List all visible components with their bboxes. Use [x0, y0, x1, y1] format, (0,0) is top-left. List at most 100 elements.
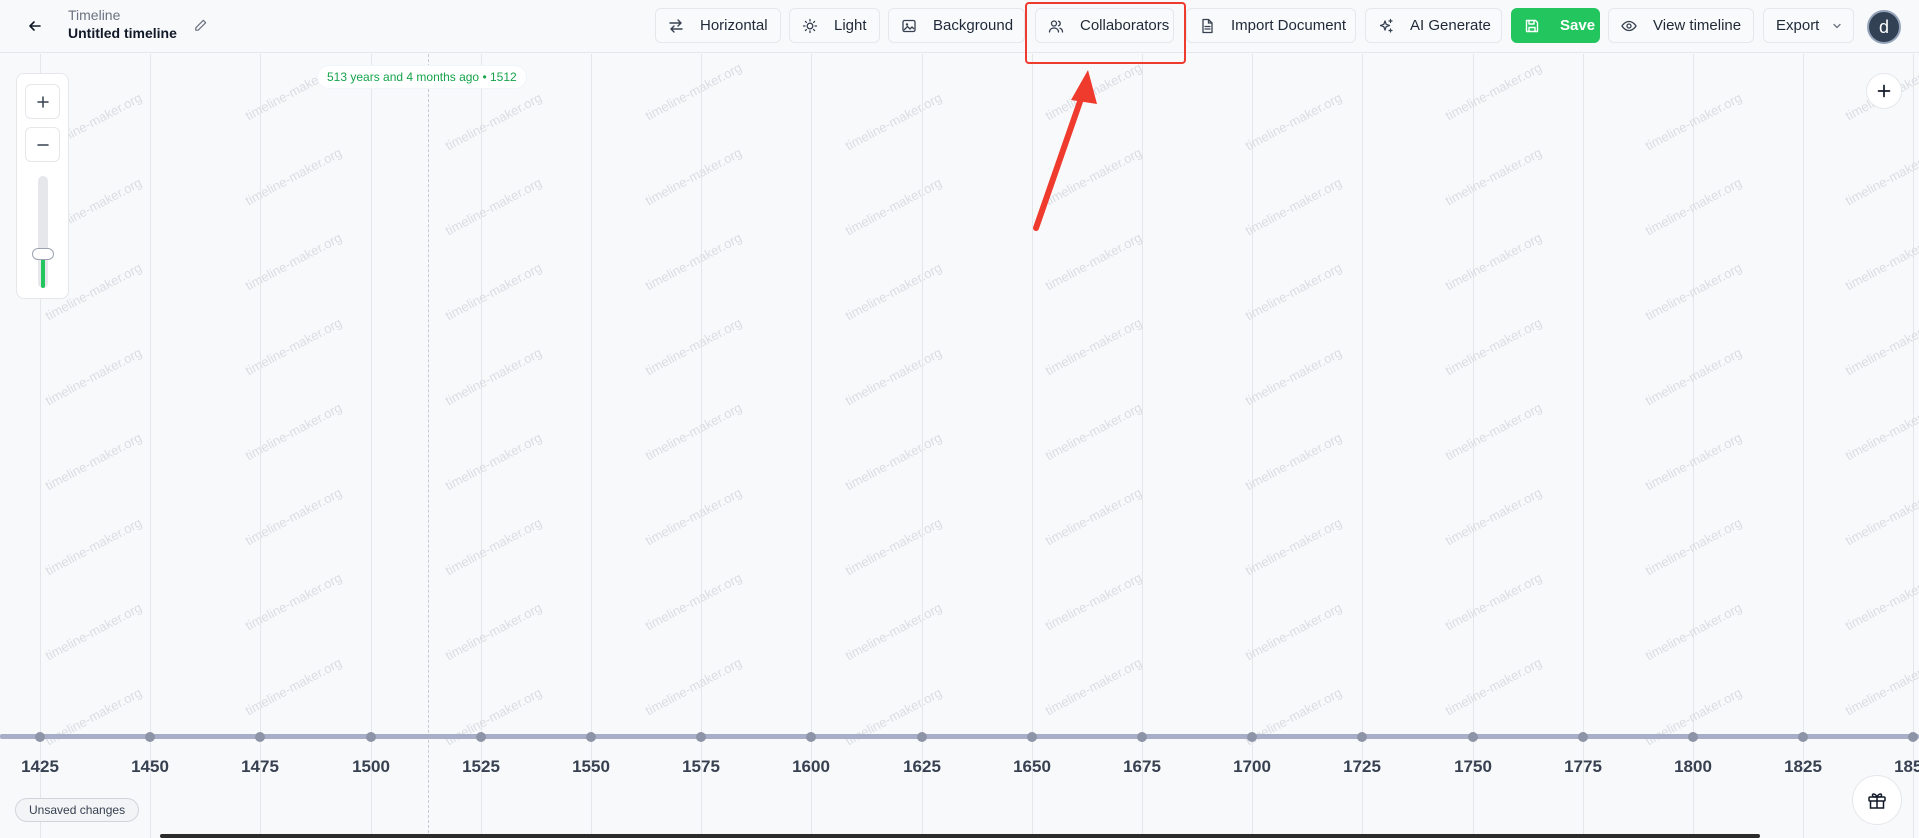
swap-arrows-icon — [669, 18, 683, 33]
orientation-button[interactable]: Horizontal — [655, 8, 781, 43]
back-button[interactable] — [22, 14, 48, 38]
watermark-text: timeline-maker.org — [1242, 344, 1345, 409]
watermark-text: timeline-maker.org — [1842, 144, 1919, 209]
axis-tick-dot[interactable] — [586, 732, 596, 742]
watermark-text: timeline-maker.org — [642, 144, 745, 209]
watermark-text: timeline-maker.org — [1442, 314, 1545, 379]
gift-button[interactable] — [1852, 775, 1902, 825]
timeline-name[interactable]: Untitled timeline — [68, 24, 177, 43]
watermark-text: timeline-maker.org — [1442, 654, 1545, 719]
watermark-text: timeline-maker.org — [442, 429, 545, 494]
axis-tick-dot[interactable] — [1798, 732, 1808, 742]
watermark-text: timeline-maker.org — [42, 514, 145, 579]
watermark-text: timeline-maker.org — [842, 174, 945, 239]
grid-line — [1032, 54, 1033, 838]
watermark-text: timeline-maker.org — [1042, 569, 1145, 634]
theme-button[interactable]: Light — [789, 8, 880, 43]
axis-year-label: 1525 — [462, 757, 500, 776]
zoom-in-button[interactable] — [25, 84, 60, 119]
axis-tick-dot[interactable] — [1137, 732, 1147, 742]
axis-year-label: 1725 — [1343, 757, 1381, 776]
grid-line — [1803, 54, 1804, 838]
axis-tick-dot[interactable] — [1027, 732, 1037, 742]
view-timeline-button[interactable]: View timeline — [1608, 8, 1754, 43]
axis-tick-dot[interactable] — [696, 732, 706, 742]
edit-title-button[interactable] — [190, 15, 210, 35]
watermark-text: timeline-maker.org — [1042, 484, 1145, 549]
watermark-text: timeline-maker.org — [1842, 229, 1919, 294]
axis-tick-dot[interactable] — [35, 732, 45, 742]
watermark-text: timeline-maker.org — [242, 569, 345, 634]
minus-icon — [36, 143, 49, 146]
export-dropdown[interactable]: Export — [1763, 8, 1854, 43]
axis-tick-dot[interactable] — [255, 732, 265, 742]
axis-tick-dot[interactable] — [917, 732, 927, 742]
axis-year-label: 1575 — [682, 757, 720, 776]
timeline-axis[interactable] — [0, 734, 1919, 739]
ai-generate-button[interactable]: AI Generate — [1365, 8, 1502, 43]
watermark-text: timeline-maker.org — [242, 314, 345, 379]
watermark-text: timeline-maker.org — [442, 174, 545, 239]
axis-tick-dot[interactable] — [1688, 732, 1698, 742]
watermark-text: timeline-maker.org — [1042, 59, 1145, 124]
grid-line — [150, 54, 151, 838]
eye-icon — [1621, 20, 1637, 31]
zoom-slider[interactable] — [32, 176, 54, 288]
timeline-canvas[interactable]: timeline-maker.org timeline-maker.org time… — [0, 54, 1919, 838]
grid-line — [1583, 54, 1584, 838]
watermark-text: timeline-maker.org — [642, 569, 745, 634]
watermark-text: timeline-maker.org — [1042, 229, 1145, 294]
axis-tick-dot[interactable] — [366, 732, 376, 742]
axis-tick-dot[interactable] — [1578, 732, 1588, 742]
collaborators-label: Collaborators — [1080, 17, 1170, 34]
add-event-button[interactable] — [1866, 73, 1902, 109]
user-avatar[interactable]: d — [1867, 10, 1901, 44]
axis-year-label: 1750 — [1454, 757, 1492, 776]
watermark-text: timeline-maker.org — [842, 89, 945, 154]
axis-tick-dot[interactable] — [1468, 732, 1478, 742]
grid-line — [371, 54, 372, 838]
grid-line — [1362, 54, 1363, 838]
plus-icon — [1877, 84, 1891, 98]
collaborators-button[interactable]: Collaborators — [1035, 8, 1174, 43]
background-button[interactable]: Background — [888, 8, 1025, 43]
axis-tick-dot[interactable] — [1247, 732, 1257, 742]
axis-year-label: 1700 — [1233, 757, 1271, 776]
axis-year-label: 1500 — [352, 757, 390, 776]
arrow-left-icon — [29, 21, 41, 31]
users-icon — [1048, 19, 1064, 33]
save-label: Save — [1560, 17, 1596, 34]
watermark-text: timeline-maker.org — [842, 344, 945, 409]
watermark-text: timeline-maker.org — [842, 259, 945, 324]
watermark-text: timeline-maker.org — [642, 654, 745, 719]
import-document-button[interactable]: Import Document — [1186, 8, 1356, 43]
bottom-scroll-indicator — [160, 834, 1760, 838]
title-label: Timeline — [68, 7, 121, 23]
axis-year-label: 1650 — [1013, 757, 1051, 776]
pencil-icon — [194, 19, 206, 31]
grid-line — [591, 54, 592, 838]
axis-tick-dot[interactable] — [476, 732, 486, 742]
watermark-text: timeline-maker.org — [1842, 569, 1919, 634]
now-marker-line — [428, 54, 429, 838]
axis-year-label: 1425 — [21, 757, 59, 776]
theme-label: Light — [834, 17, 867, 34]
save-button[interactable]: Save — [1511, 8, 1600, 43]
zoom-slider-thumb[interactable] — [32, 248, 54, 260]
watermark-text: timeline-maker.org — [1442, 399, 1545, 464]
zoom-out-button[interactable] — [25, 127, 60, 162]
watermark-text: timeline-maker.org — [842, 429, 945, 494]
watermark-text: timeline-maker.org — [1842, 484, 1919, 549]
watermark-text: timeline-maker.org — [1042, 399, 1145, 464]
axis-tick-dot[interactable] — [1357, 732, 1367, 742]
axis-year-label: 1600 — [792, 757, 830, 776]
axis-tick-dot[interactable] — [1908, 732, 1918, 742]
watermark-text: timeline-maker.org — [242, 654, 345, 719]
watermark-text: timeline-maker.org — [1842, 654, 1919, 719]
watermark-text: timeline-maker.org — [442, 514, 545, 579]
axis-year-label: 1825 — [1784, 757, 1822, 776]
axis-tick-dot[interactable] — [145, 732, 155, 742]
grid-line — [1252, 54, 1253, 838]
plus-icon — [36, 95, 49, 108]
axis-tick-dot[interactable] — [806, 732, 816, 742]
